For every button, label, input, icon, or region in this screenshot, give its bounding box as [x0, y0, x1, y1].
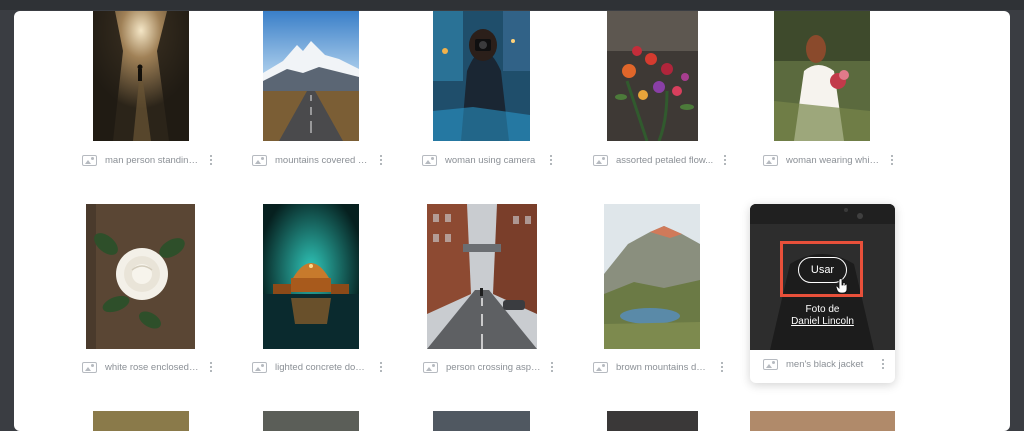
gallery-card-black-jacket-hovered[interactable]: Usar Foto de Daniel Lincoln men's black …	[750, 204, 895, 383]
caption-text: lighted concrete dome...	[275, 361, 370, 373]
top-bar	[0, 0, 1024, 10]
kebab-menu-icon[interactable]	[720, 153, 730, 167]
caption-text: assorted petaled flow...	[616, 154, 714, 166]
card-caption: white rose enclosed p...	[82, 359, 216, 375]
card-caption: woman wearing white ...	[763, 152, 897, 168]
photo-brown-mountains-art	[604, 204, 700, 349]
image-icon	[252, 154, 267, 166]
hand-pointer-icon	[835, 278, 848, 294]
photo-man-standing-art	[93, 11, 189, 141]
kebab-menu-icon[interactable]	[547, 360, 557, 374]
caption-text: man person standing ...	[105, 154, 200, 166]
photo-woman-camera[interactable]	[433, 11, 530, 141]
photo-woman-white-dress[interactable]	[774, 11, 870, 141]
card-caption: lighted concrete dome...	[252, 359, 386, 375]
image-gallery-panel[interactable]: man person standing ... mountains covere…	[14, 11, 1010, 431]
card-caption: man person standing ...	[82, 152, 216, 168]
caption-text: woman wearing white ...	[786, 154, 881, 166]
photo-row3-4[interactable]	[607, 411, 698, 431]
card-caption: woman using camera	[422, 152, 556, 168]
card-caption: assorted petaled flow...	[593, 152, 730, 168]
image-icon	[82, 361, 97, 373]
photo-white-rose-art	[86, 204, 195, 349]
hover-overlay: Usar Foto de Daniel Lincoln	[750, 204, 895, 350]
image-icon	[82, 154, 97, 166]
photo-lighted-dome-art	[263, 204, 359, 349]
credit-author-link[interactable]: Daniel Lincoln	[791, 316, 854, 327]
photo-woman-white-dress-art	[774, 11, 870, 141]
kebab-menu-icon[interactable]	[546, 153, 556, 167]
kebab-menu-icon[interactable]	[717, 360, 727, 374]
card-caption: person crossing asph...	[423, 359, 557, 375]
image-icon	[593, 154, 608, 166]
caption-text: men's black jacket	[786, 358, 864, 370]
kebab-menu-icon[interactable]	[376, 153, 386, 167]
image-icon	[422, 154, 437, 166]
photo-lighted-dome[interactable]	[263, 204, 359, 349]
image-icon	[423, 361, 438, 373]
kebab-menu-icon[interactable]	[206, 360, 216, 374]
photo-row3-2[interactable]	[263, 411, 359, 431]
photo-assorted-flowers-art	[607, 11, 698, 141]
caption-text: brown mountains duri...	[616, 361, 711, 373]
image-icon	[252, 361, 267, 373]
kebab-menu-icon[interactable]	[887, 153, 897, 167]
photo-assorted-flowers[interactable]	[607, 11, 698, 141]
photo-row3-3[interactable]	[433, 411, 530, 431]
caption-text: white rose enclosed p...	[105, 361, 200, 373]
photo-brown-mountains[interactable]	[604, 204, 700, 349]
credit-prefix: Foto de	[805, 304, 840, 315]
photo-woman-camera-art	[433, 11, 530, 141]
image-icon	[593, 361, 608, 373]
photo-white-rose[interactable]	[86, 204, 195, 349]
photo-mountains-road[interactable]	[263, 11, 359, 141]
photo-credit: Foto de Daniel Lincoln	[750, 304, 895, 328]
photo-row3-5[interactable]	[750, 411, 895, 431]
image-icon	[763, 358, 778, 370]
photo-person-crossing[interactable]	[427, 204, 537, 349]
photo-person-crossing-art	[427, 204, 537, 349]
kebab-menu-icon[interactable]	[878, 357, 888, 371]
kebab-menu-icon[interactable]	[376, 360, 386, 374]
card-caption: mountains covered wit...	[252, 152, 386, 168]
caption-text: mountains covered wit...	[275, 154, 370, 166]
card-caption: men's black jacket	[763, 356, 888, 372]
card-caption: brown mountains duri...	[593, 359, 727, 375]
photo-mountains-road-art	[263, 11, 359, 141]
image-icon	[763, 154, 778, 166]
caption-text: person crossing asph...	[446, 361, 541, 373]
kebab-menu-icon[interactable]	[206, 153, 216, 167]
photo-row3-1[interactable]	[93, 411, 189, 431]
photo-man-standing[interactable]	[93, 11, 189, 141]
caption-text: woman using camera	[445, 154, 536, 166]
